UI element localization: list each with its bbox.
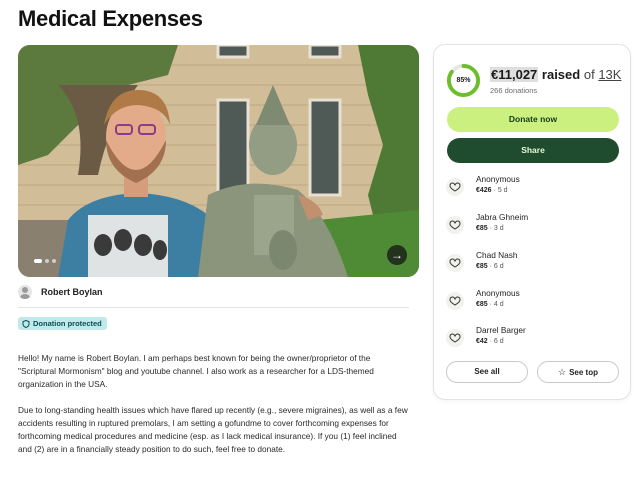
campaign-photo[interactable]: → (18, 45, 419, 277)
progress-percent: 85% (456, 77, 471, 84)
donor-meta: €85 · 6 d (476, 263, 504, 270)
donor-name: Darrel Barger (476, 325, 526, 335)
donor-item: Anonymous €85 · 4 d (446, 288, 618, 316)
donation-heart-icon (446, 329, 464, 347)
story-paragraph: Due to long-standing health issues which… (18, 405, 408, 454)
donor-amount: €42 (476, 338, 488, 345)
campaign-story: Hello! My name is Robert Boylan. I am pe… (18, 352, 410, 469)
donate-now-button[interactable]: Donate now (447, 107, 619, 132)
see-top-button[interactable]: ☆ See top (537, 361, 619, 383)
donor-item: Jabra Ghneim €85 · 3 d (446, 212, 618, 240)
donor-name: Anonymous (476, 174, 520, 184)
donor-name: Jabra Ghneim (476, 212, 529, 222)
donor-time: 3 d (493, 225, 504, 232)
donor-meta: €85 · 4 d (476, 301, 504, 308)
story-paragraph: Hello! My name is Robert Boylan. I am pe… (18, 353, 374, 389)
donation-heart-icon (446, 254, 464, 272)
page-title: Medical Expenses (18, 6, 203, 31)
goal-amount[interactable]: 13K (598, 67, 621, 82)
divider (18, 307, 409, 308)
donor-item: Anonymous €426 · 5 d (446, 174, 618, 202)
donor-meta: €42 · 6 d (476, 338, 504, 345)
share-button[interactable]: Share (447, 138, 619, 163)
star-icon: ☆ (558, 367, 567, 377)
see-top-label: See top (569, 368, 598, 377)
donor-name: Anonymous (476, 288, 520, 298)
donor-meta: €85 · 3 d (476, 225, 504, 232)
donation-heart-icon (446, 292, 464, 310)
organizer-name[interactable]: Robert Boylan (41, 287, 103, 297)
donor-amount: €426 (476, 187, 492, 194)
donor-amount: €85 (476, 225, 488, 232)
raised-summary: €11,027 raised of 13K (490, 67, 621, 82)
donor-time: 6 d (493, 263, 504, 270)
see-all-button[interactable]: See all (446, 361, 528, 383)
donor-time: 6 d (493, 338, 504, 345)
organizer[interactable]: Robert Boylan (18, 285, 103, 299)
shield-icon (22, 319, 30, 328)
carousel-dots[interactable] (34, 259, 56, 263)
raised-word: raised (541, 67, 581, 82)
next-arrow-icon[interactable]: → (387, 245, 407, 265)
donor-time: 4 d (493, 301, 504, 308)
of-word: of (583, 67, 595, 82)
donor-meta: €426 · 5 d (476, 187, 508, 194)
donations-count: 266 donations (490, 86, 538, 95)
campaign-photo-image (18, 45, 419, 277)
donation-protected-badge[interactable]: Donation protected (18, 317, 107, 330)
donor-time: 5 d (497, 187, 508, 194)
donation-heart-icon (446, 178, 464, 196)
raised-amount: €11,027 (490, 67, 539, 82)
donor-item: Darrel Barger €42 · 6 d (446, 325, 618, 353)
donor-name: Chad Nash (476, 250, 518, 260)
donor-item: Chad Nash €85 · 6 d (446, 250, 618, 278)
donation-card: 85% €11,027 raised of 13K 266 donations … (433, 44, 631, 400)
donor-amount: €85 (476, 301, 488, 308)
badge-label: Donation protected (33, 319, 102, 328)
donor-amount: €85 (476, 263, 488, 270)
donation-heart-icon (446, 216, 464, 234)
avatar (18, 285, 32, 299)
